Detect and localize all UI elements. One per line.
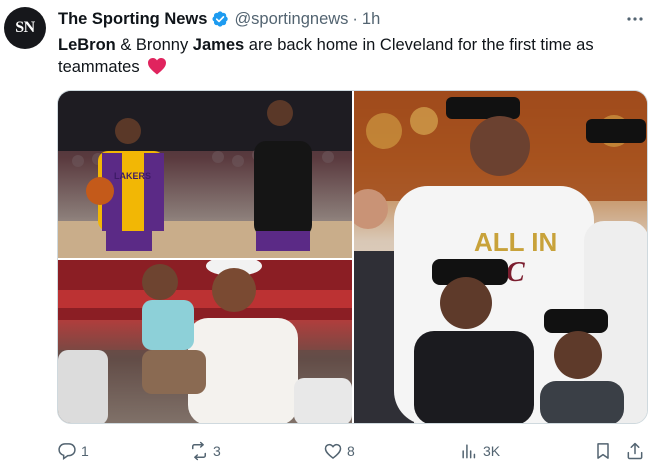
retweet-icon: [192, 441, 206, 461]
heart-icon: [324, 443, 342, 460]
warmup-scene: LAKERS: [58, 91, 352, 258]
shirt-text-c: C: [506, 257, 525, 288]
tweet-text-2: & Bronny: [115, 36, 193, 54]
retweet-count: 3: [213, 443, 221, 459]
dad-son-scene: [58, 260, 352, 423]
basketball-icon: [86, 177, 114, 205]
views-button[interactable]: 3K: [459, 438, 500, 464]
shirt-text-all-in: ALL IN: [474, 227, 557, 257]
tweet-text-bold-2: James: [192, 36, 245, 54]
more-options-button[interactable]: [624, 8, 646, 30]
bookmark-button[interactable]: [593, 438, 613, 464]
reply-icon: [58, 443, 76, 460]
jersey-text: LAKERS: [114, 171, 151, 181]
like-count: 8: [347, 443, 355, 459]
tweet-text: LeBron & Bronny James are back home in C…: [58, 34, 648, 78]
timestamp[interactable]: 1h: [362, 10, 380, 29]
photo-warmup[interactable]: LAKERS: [58, 91, 352, 258]
reply-button[interactable]: 1: [57, 438, 89, 464]
avatar[interactable]: SN: [4, 7, 46, 49]
tweet-actions: 1 3 8 3K: [57, 438, 648, 464]
photo-dad-and-son[interactable]: [58, 260, 352, 423]
retweet-button[interactable]: 3: [189, 438, 221, 464]
share-icon: [627, 442, 643, 460]
photo-all-in-celebration[interactable]: ALL IN C: [354, 91, 647, 423]
display-name[interactable]: The Sporting News: [58, 10, 207, 29]
handle[interactable]: @sportingnews: [234, 10, 348, 29]
avatar-logo-text: SN: [15, 19, 35, 36]
media-grid: LAKERS ALL IN C: [57, 90, 648, 424]
celebration-scene: ALL IN C: [354, 91, 647, 423]
like-button[interactable]: 8: [323, 438, 355, 464]
red-heart-emoji-icon: [148, 58, 167, 75]
separator-dot: ·: [352, 9, 358, 28]
tweet-text-bold-1: LeBron: [58, 36, 116, 54]
bookmark-icon: [597, 443, 609, 459]
tweet-header: The Sporting News @sportingnews · 1h: [58, 8, 380, 30]
share-button[interactable]: [625, 438, 645, 464]
reply-count: 1: [81, 443, 89, 459]
view-count: 3K: [483, 443, 501, 459]
verified-badge-icon: [212, 11, 229, 27]
analytics-icon: [462, 444, 476, 459]
more-icon: [627, 17, 643, 21]
